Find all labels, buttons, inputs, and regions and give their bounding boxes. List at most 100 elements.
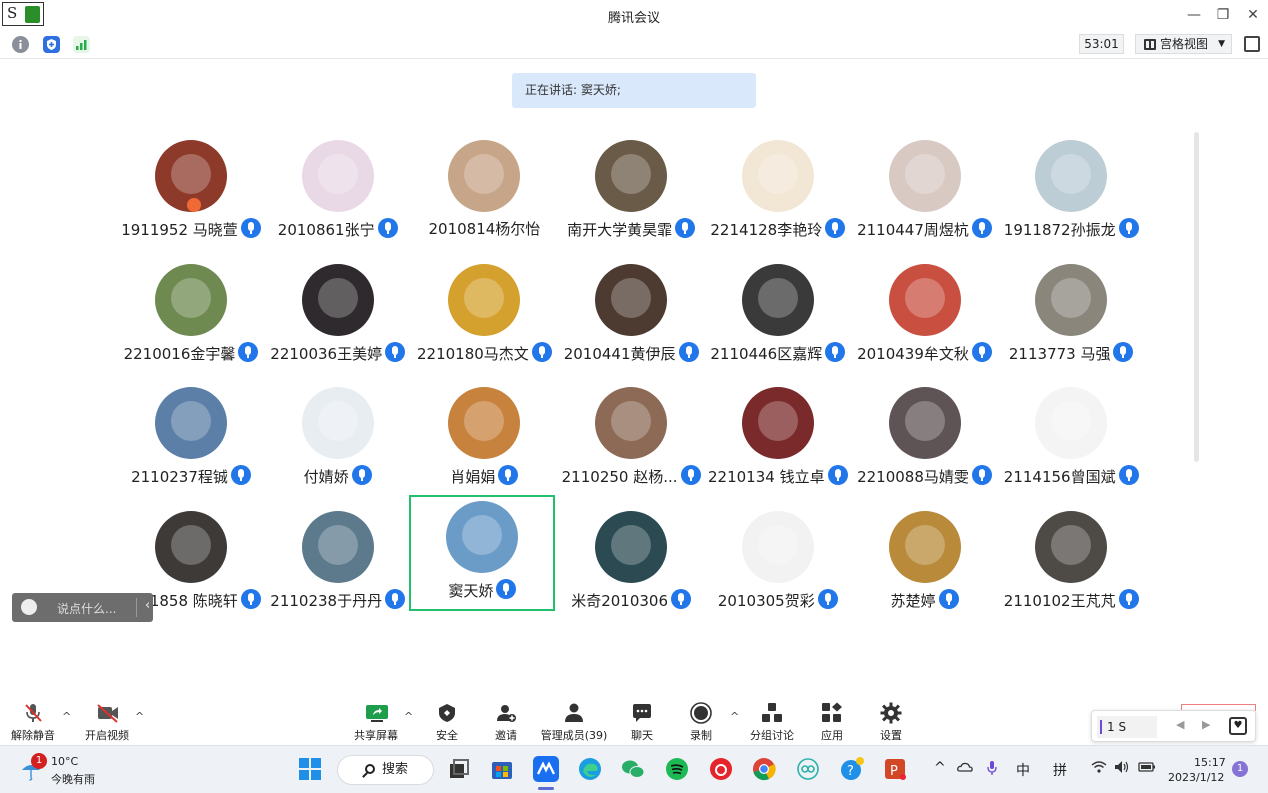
ime-prev-button[interactable]: ◀ xyxy=(1176,718,1184,731)
chrome-icon[interactable] xyxy=(751,756,777,782)
speaker-volume-icon[interactable] xyxy=(1114,760,1130,774)
participant-tile[interactable]: 2114156曾国斌 xyxy=(998,377,1144,492)
avatar[interactable] xyxy=(595,140,668,212)
participant-tile[interactable]: 2110102王芃芃 xyxy=(998,501,1144,616)
clock-date[interactable]: 2023/1/12 xyxy=(1168,771,1224,784)
signal-strength-icon[interactable] xyxy=(73,36,90,53)
participant-tile[interactable]: 2110446区嘉辉 xyxy=(705,254,851,369)
wifi-icon[interactable] xyxy=(1091,760,1107,774)
wechat-icon[interactable] xyxy=(620,756,646,782)
grid-scrollbar[interactable] xyxy=(1194,132,1199,462)
link-app-icon[interactable] xyxy=(795,756,821,782)
taskbar-search[interactable]: 搜索 xyxy=(337,755,434,785)
battery-icon[interactable] xyxy=(1138,760,1156,774)
record-options-caret[interactable]: ^ xyxy=(730,710,739,723)
avatar[interactable] xyxy=(741,263,814,336)
avatar[interactable] xyxy=(155,510,227,583)
audio-options-caret[interactable]: ^ xyxy=(62,710,71,723)
emoji-icon[interactable] xyxy=(21,599,37,615)
avatar[interactable] xyxy=(1035,140,1108,212)
ime-mode-indicator[interactable]: 拼 xyxy=(1053,760,1067,780)
avatar[interactable] xyxy=(301,510,374,583)
notification-badge[interactable]: 1 xyxy=(1232,761,1248,777)
participant-tile[interactable]: 2210134 钱立卓 xyxy=(705,377,851,492)
apps-button[interactable]: 应用 xyxy=(818,700,846,743)
powerpoint-icon[interactable]: P xyxy=(882,756,908,782)
restore-button[interactable]: ❐ xyxy=(1212,5,1234,25)
netease-music-icon[interactable] xyxy=(708,756,734,782)
avatar[interactable] xyxy=(888,387,961,459)
tencent-meeting-app-icon[interactable] xyxy=(533,756,559,782)
record-button[interactable]: 录制 xyxy=(686,700,716,743)
store-icon[interactable] xyxy=(489,756,515,782)
avatar[interactable] xyxy=(888,263,961,336)
participant-tile[interactable]: 2110237程铖 xyxy=(118,377,264,492)
participant-tile[interactable]: 2110447周煜杭 xyxy=(852,130,998,245)
participant-tile[interactable]: 2010305贺彩 xyxy=(705,501,851,616)
participant-tile[interactable]: 2210088马婧雯 xyxy=(852,377,998,492)
avatar[interactable] xyxy=(741,387,814,459)
collapse-chat-icon[interactable]: ‹ xyxy=(145,598,150,613)
avatar[interactable] xyxy=(595,263,668,336)
close-button[interactable]: ✕ xyxy=(1242,5,1264,25)
weather-temperature[interactable]: 10°C xyxy=(51,755,78,768)
security-button[interactable]: 安全 xyxy=(430,700,464,743)
share-screen-button[interactable]: 共享屏幕 xyxy=(353,700,399,743)
participant-tile[interactable]: 2010441黄伊辰 xyxy=(558,254,704,369)
avatar[interactable] xyxy=(301,140,374,212)
avatar[interactable] xyxy=(1035,263,1108,336)
share-options-caret[interactable]: ^ xyxy=(404,710,413,723)
avatar[interactable] xyxy=(741,510,814,583)
participant-tile[interactable]: 苏楚婷 xyxy=(852,501,998,616)
participant-tile[interactable]: 2110250 赵杨... xyxy=(558,377,704,492)
participant-tile[interactable]: 肖娟娟 xyxy=(411,377,557,492)
minimize-button[interactable]: — xyxy=(1183,5,1205,25)
avatar[interactable] xyxy=(1035,510,1108,583)
chat-quick-input[interactable]: 说点什么... ‹ xyxy=(12,593,153,622)
info-icon[interactable] xyxy=(12,36,29,53)
fullscreen-icon[interactable] xyxy=(1244,36,1260,52)
participant-tile[interactable]: 2010814杨尔怡 xyxy=(411,130,557,245)
avatar[interactable] xyxy=(448,387,521,459)
participant-tile-active-speaker[interactable]: 窦天娇 xyxy=(409,494,556,611)
avatar[interactable] xyxy=(155,387,227,459)
participant-tile[interactable]: 南开大学黄昊霏 xyxy=(558,130,704,245)
start-video-button[interactable]: 开启视频 xyxy=(84,700,130,743)
participant-tile[interactable]: 2110238于丹丹 xyxy=(265,501,411,616)
participant-tile[interactable]: 米奇2010306 xyxy=(558,501,704,616)
onedrive-cloud-icon[interactable] xyxy=(957,760,973,774)
avatar[interactable] xyxy=(595,387,668,459)
avatar[interactable] xyxy=(301,263,374,336)
ime-next-button[interactable]: ▶ xyxy=(1202,718,1210,731)
participant-tile[interactable]: 1911952 马晓萱 xyxy=(118,130,264,245)
participant-tile[interactable]: 2214128李艳玲 xyxy=(705,130,851,245)
grid-view-button[interactable]: 宫格视图 ▼ xyxy=(1135,34,1232,54)
participant-tile[interactable]: 2010439牟文秋 xyxy=(852,254,998,369)
participant-tile[interactable]: 2210036王美婷 xyxy=(265,254,411,369)
edge-browser-icon[interactable] xyxy=(577,756,603,782)
avatar[interactable] xyxy=(301,387,374,459)
avatar[interactable] xyxy=(448,140,521,212)
participant-tile[interactable]: 2210180马杰文 xyxy=(411,254,557,369)
clock-time[interactable]: 15:17 xyxy=(1194,756,1226,769)
avatar[interactable] xyxy=(595,510,668,583)
chat-button[interactable]: 聊天 xyxy=(627,700,657,743)
weather-description[interactable]: 今晚有雨 xyxy=(51,771,95,787)
spotify-icon[interactable] xyxy=(664,756,690,782)
tray-overflow-caret[interactable]: ^ xyxy=(934,760,946,776)
participant-tile[interactable]: 1911872孙振龙 xyxy=(998,130,1144,245)
shield-icon[interactable] xyxy=(43,36,60,53)
avatar[interactable] xyxy=(741,140,814,212)
participant-tile[interactable]: 付婧娇 xyxy=(265,377,411,492)
avatar[interactable] xyxy=(1035,387,1108,459)
input-language-indicator[interactable]: 中 xyxy=(1016,760,1030,780)
video-options-caret[interactable]: ^ xyxy=(135,710,144,723)
avatar[interactable] xyxy=(448,263,521,336)
invite-button[interactable]: 邀请 xyxy=(489,700,523,743)
start-menu-icon[interactable] xyxy=(297,756,323,782)
microphone-tray-icon[interactable] xyxy=(986,760,998,776)
participant-tile[interactable]: 2113773 马强 xyxy=(998,254,1144,369)
breakout-rooms-button[interactable]: 分组讨论 xyxy=(750,700,794,743)
avatar[interactable] xyxy=(888,510,961,583)
avatar[interactable] xyxy=(446,500,519,573)
